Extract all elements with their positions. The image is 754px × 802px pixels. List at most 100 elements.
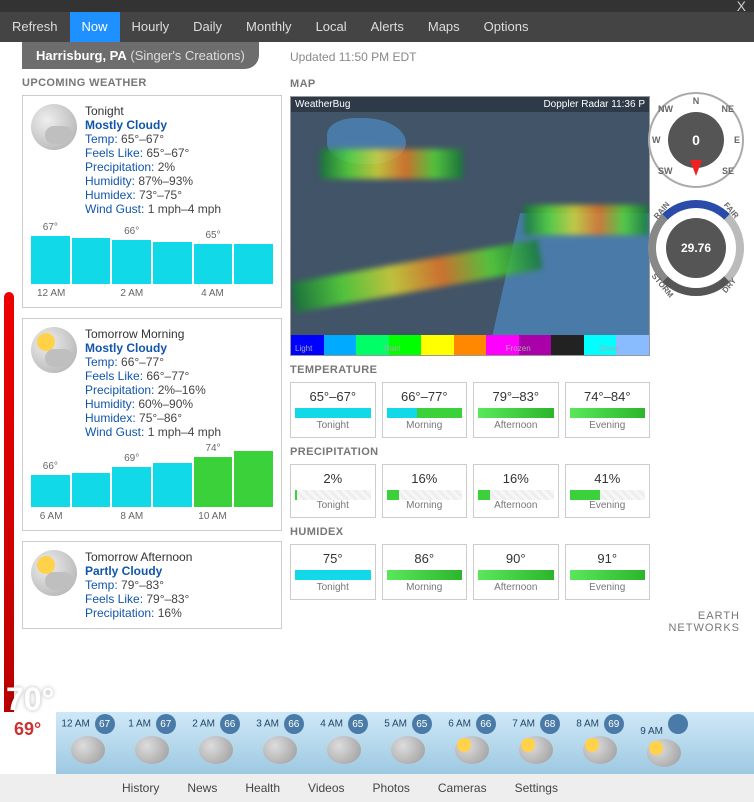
hourly-strip[interactable]: 12 AM 671 AM 672 AM 663 AM 664 AM 655 AM… (56, 712, 754, 774)
menu-alerts[interactable]: Alerts (359, 12, 416, 42)
close-icon[interactable]: X (729, 0, 754, 14)
bottom-settings[interactable]: Settings (503, 778, 570, 798)
thermometer-gutter: 70° 69° (0, 42, 18, 712)
humidex-header: HUMIDEX (290, 526, 650, 538)
precip-tile: 16%Morning (382, 464, 468, 518)
upcoming-header: UPCOMING WEATHER (22, 77, 282, 89)
weather-icon (31, 327, 77, 373)
hourly-slot[interactable]: 3 AM 66 (248, 712, 312, 774)
location-tab[interactable]: Harrisburg, PA (Singer's Creations) (22, 42, 259, 69)
forecast-card: Tomorrow AfternoonPartly CloudyTemp: 79°… (22, 541, 282, 629)
precip-header: PRECIPITATION (290, 446, 650, 458)
compass-nw: NW (658, 104, 673, 114)
menu-monthly[interactable]: Monthly (234, 12, 304, 42)
temperature-tile: 74°–84°Evening (565, 382, 651, 438)
baro-dry: DRY (721, 276, 739, 294)
forecast-card: TonightMostly CloudyTemp: 65°–67° Feels … (22, 95, 282, 308)
hourly-bar-chart: 67°66°65° (31, 224, 273, 284)
hourly-slot[interactable]: 8 AM 69 (568, 712, 632, 774)
main-area: 70° 69° Harrisburg, PA (Singer's Creatio… (0, 42, 754, 712)
upcoming-column: Harrisburg, PA (Singer's Creations) UPCO… (22, 42, 282, 712)
bottom-photos[interactable]: Photos (361, 778, 422, 798)
bottom-cameras[interactable]: Cameras (426, 778, 499, 798)
hourly-slot[interactable]: 6 AM 66 (440, 712, 504, 774)
compass-w: W (652, 135, 661, 145)
hour-weather-icon (391, 736, 425, 764)
hour-weather-icon (199, 736, 233, 764)
hourly-slot[interactable]: 5 AM 65 (376, 712, 440, 774)
legend-snow: Snow (599, 344, 619, 353)
baro-fair: FAIR (722, 201, 741, 221)
compass-e: E (734, 135, 740, 145)
location-name: Harrisburg, PA (36, 48, 127, 63)
hourly-slot[interactable]: 7 AM 68 (504, 712, 568, 774)
hourly-bar-chart: 66°69°74° (31, 447, 273, 507)
bottom-history[interactable]: History (110, 778, 171, 798)
map-legend (291, 335, 649, 355)
hour-weather-icon (455, 736, 489, 764)
compass-ne: NE (721, 104, 734, 114)
precip-tile: 2%Tonight (290, 464, 376, 518)
map-provider: WeatherBug (295, 99, 350, 110)
hourly-slot[interactable]: 1 AM 67 (120, 712, 184, 774)
compass-needle-icon (690, 160, 702, 182)
hour-weather-icon (583, 736, 617, 764)
updated-time: Updated 11:50 PM EDT (290, 42, 650, 70)
baro-storm: STORM (650, 272, 675, 300)
precip-tile: 41%Evening (565, 464, 651, 518)
weather-icon (31, 550, 77, 596)
barometer-value: 29.76 (666, 218, 726, 278)
map-header: MAP (290, 78, 650, 90)
temperature-tile: 79°–83°Afternoon (473, 382, 559, 438)
humidex-tile: 75°Tonight (290, 544, 376, 600)
gauges-panel: N NE E SE SW W NW 0 RAIN FAIR STORM DRY … (648, 92, 748, 296)
forecast-card: Tomorrow MorningMostly CloudyTemp: 66°–7… (22, 318, 282, 531)
compass-n: N (693, 96, 700, 106)
current-low: 69° (14, 719, 41, 740)
bottom-nav: HistoryNewsHealthVideosPhotosCamerasSett… (0, 774, 754, 802)
hourly-slot[interactable]: 9 AM (632, 712, 696, 774)
legend-frozen: Frozen (506, 344, 531, 353)
barometer-gauge: RAIN FAIR STORM DRY 29.76 (648, 200, 744, 296)
humidex-tile: 91°Evening (565, 544, 651, 600)
hourly-slot[interactable]: 2 AM 66 (184, 712, 248, 774)
current-temp: 70° (6, 681, 54, 718)
compass-se: SE (722, 166, 734, 176)
humidex-tile: 90°Afternoon (473, 544, 559, 600)
legend-rain: Rain (384, 344, 400, 353)
hour-weather-icon (647, 739, 681, 767)
menu-maps[interactable]: Maps (416, 12, 472, 42)
hour-weather-icon (135, 736, 169, 764)
weather-icon (31, 104, 77, 150)
bottom-videos[interactable]: Videos (296, 778, 356, 798)
radar-map[interactable]: WeatherBug Doppler Radar 11:36 P Light Ra… (290, 96, 650, 356)
wind-compass: N NE E SE SW W NW 0 (648, 92, 744, 188)
hour-weather-icon (71, 736, 105, 764)
menu-hourly[interactable]: Hourly (120, 12, 182, 42)
bottom-news[interactable]: News (175, 778, 229, 798)
humidex-tile: 86°Morning (382, 544, 468, 600)
precip-tiles: 2%Tonight16%Morning16%Afternoon41%Evenin… (290, 464, 650, 518)
hour-weather-icon (519, 736, 553, 764)
baro-rain: RAIN (652, 200, 671, 221)
brand-logo: EARTHNETWORKS (668, 610, 740, 634)
bottom-health[interactable]: Health (233, 778, 292, 798)
menu-daily[interactable]: Daily (181, 12, 234, 42)
temperature-tile: 65°–67°Tonight (290, 382, 376, 438)
humidex-tiles: 75°Tonight86°Morning90°Afternoon91°Eveni… (290, 544, 650, 600)
hourly-slot[interactable]: 4 AM 65 (312, 712, 376, 774)
map-title: Doppler Radar 11:36 P (543, 99, 645, 110)
titlebar: X (0, 0, 754, 12)
hourly-slot[interactable]: 12 AM 67 (56, 712, 120, 774)
menu-now[interactable]: Now (70, 12, 120, 42)
hour-weather-icon (327, 736, 361, 764)
menubar: RefreshNowHourlyDailyMonthlyLocalAlertsM… (0, 12, 754, 42)
menu-local[interactable]: Local (304, 12, 359, 42)
menu-refresh[interactable]: Refresh (0, 12, 70, 42)
menu-options[interactable]: Options (472, 12, 541, 42)
temperature-header: TEMPERATURE (290, 364, 650, 376)
precip-tile: 16%Afternoon (473, 464, 559, 518)
location-creator: (Singer's Creations) (130, 48, 244, 63)
temperature-tile: 66°–77°Morning (382, 382, 468, 438)
legend-light: Light (295, 344, 312, 353)
